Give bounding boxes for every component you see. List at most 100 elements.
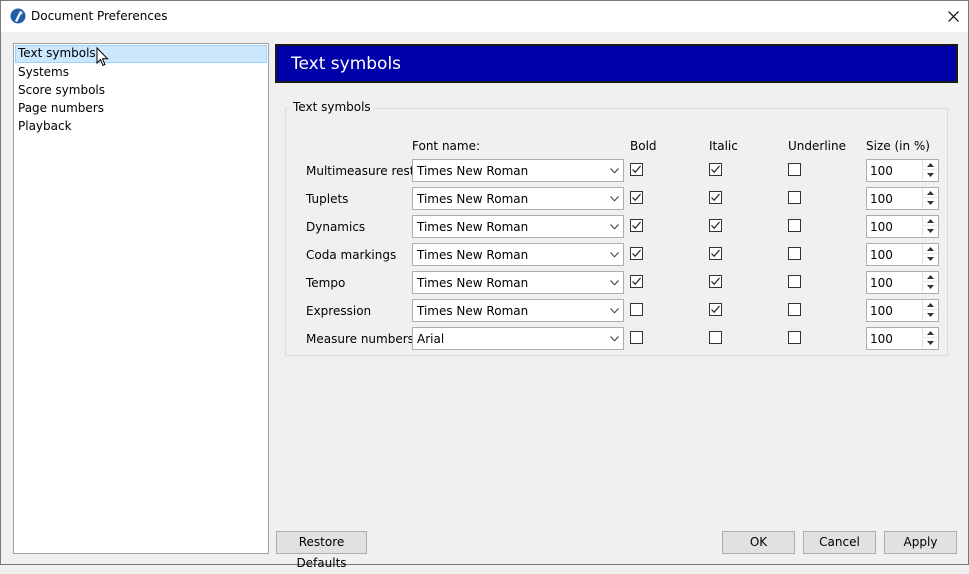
underline-checkbox[interactable] <box>788 331 801 344</box>
font-name-value: Times New Roman <box>417 220 529 234</box>
row-label: Measure numbers <box>306 332 414 346</box>
spin-up-button[interactable] <box>923 300 938 310</box>
underline-checkbox[interactable] <box>788 163 801 176</box>
arrow-up-icon <box>927 190 934 195</box>
bold-checkbox[interactable] <box>630 247 643 260</box>
chevron-down-icon <box>610 224 619 230</box>
mouse-cursor-icon <box>96 47 109 67</box>
italic-checkbox[interactable] <box>709 247 722 260</box>
group-title: Text symbols <box>290 100 374 114</box>
arrow-up-icon <box>927 274 934 279</box>
font-name-dropdown[interactable]: Times New Roman <box>412 215 624 238</box>
arrow-up-icon <box>927 218 934 223</box>
bold-checkbox[interactable] <box>630 219 643 232</box>
size-spinbox[interactable]: 100 <box>866 187 939 210</box>
row-label: Expression <box>306 304 372 318</box>
italic-checkbox[interactable] <box>709 331 722 344</box>
apply-button[interactable]: Apply <box>884 531 957 554</box>
nav-item-systems[interactable]: Systems <box>15 64 267 82</box>
italic-checkbox[interactable] <box>709 275 722 288</box>
spin-down-button[interactable] <box>923 198 938 208</box>
spin-down-button[interactable] <box>923 282 938 292</box>
font-name-value: Times New Roman <box>417 192 529 206</box>
arrow-up-icon <box>927 162 934 167</box>
chevron-down-icon <box>610 280 619 286</box>
size-value: 100 <box>870 164 893 178</box>
underline-checkbox[interactable] <box>788 247 801 260</box>
spin-up-button[interactable] <box>923 328 938 338</box>
spin-up-button[interactable] <box>923 216 938 226</box>
arrow-down-icon <box>927 257 934 261</box>
font-name-dropdown[interactable]: Times New Roman <box>412 159 624 182</box>
cancel-button[interactable]: Cancel <box>803 531 876 554</box>
row-label: Multimeasure rests <box>306 164 421 178</box>
spin-up-button[interactable] <box>923 244 938 254</box>
chevron-down-icon <box>610 308 619 314</box>
nav-item-page-numbers[interactable]: Page numbers <box>15 100 267 118</box>
italic-checkbox[interactable] <box>709 163 722 176</box>
size-value: 100 <box>870 304 893 318</box>
size-spinbox[interactable]: 100 <box>866 299 939 322</box>
bold-checkbox[interactable] <box>630 275 643 288</box>
nav-item-score-symbols[interactable]: Score symbols <box>15 82 267 100</box>
header-underline: Underline <box>788 139 846 153</box>
font-name-value: Times New Roman <box>417 164 529 178</box>
chevron-down-icon <box>610 168 619 174</box>
row-label: Tuplets <box>306 192 349 206</box>
underline-checkbox[interactable] <box>788 191 801 204</box>
font-name-dropdown[interactable]: Arial <box>412 327 624 350</box>
bold-checkbox[interactable] <box>630 163 643 176</box>
row-label: Dynamics <box>306 220 366 234</box>
arrow-down-icon <box>927 173 934 177</box>
bold-checkbox[interactable] <box>630 331 643 344</box>
ok-button[interactable]: OK <box>722 531 795 554</box>
arrow-down-icon <box>927 285 934 289</box>
spin-up-button[interactable] <box>923 272 938 282</box>
app-logo-icon <box>10 8 26 24</box>
size-spinbox[interactable]: 100 <box>866 271 939 294</box>
italic-checkbox[interactable] <box>709 191 722 204</box>
row-label: Tempo <box>306 276 346 290</box>
arrow-up-icon <box>927 302 934 307</box>
underline-checkbox[interactable] <box>788 275 801 288</box>
document-preferences-dialog: Document Preferences Text symbols System… <box>0 0 969 570</box>
size-spinbox[interactable]: 100 <box>866 215 939 238</box>
size-value: 100 <box>870 248 893 262</box>
spin-down-button[interactable] <box>923 254 938 264</box>
underline-checkbox[interactable] <box>788 219 801 232</box>
spin-down-button[interactable] <box>923 310 938 320</box>
chevron-down-icon <box>610 252 619 258</box>
arrow-down-icon <box>927 341 934 345</box>
spin-down-button[interactable] <box>923 338 938 348</box>
font-name-dropdown[interactable]: Times New Roman <box>412 271 624 294</box>
bold-checkbox[interactable] <box>630 191 643 204</box>
category-list[interactable]: Text symbols Systems Score symbols Page … <box>13 43 269 554</box>
size-value: 100 <box>870 220 893 234</box>
page-title: Text symbols <box>291 54 402 74</box>
page-banner: Text symbols <box>275 44 958 83</box>
italic-checkbox[interactable] <box>709 219 722 232</box>
spin-down-button[interactable] <box>923 226 938 236</box>
font-name-dropdown[interactable]: Times New Roman <box>412 187 624 210</box>
spin-down-button[interactable] <box>923 170 938 180</box>
size-spinbox[interactable]: 100 <box>866 327 939 350</box>
size-value: 100 <box>870 276 893 290</box>
size-spinbox[interactable]: 100 <box>866 159 939 182</box>
spin-up-button[interactable] <box>923 188 938 198</box>
arrow-down-icon <box>927 313 934 317</box>
size-spinbox[interactable]: 100 <box>866 243 939 266</box>
font-name-dropdown[interactable]: Times New Roman <box>412 299 624 322</box>
header-bold: Bold <box>630 139 657 153</box>
chevron-down-icon <box>610 196 619 202</box>
close-button[interactable] <box>938 1 968 32</box>
header-font-name: Font name: <box>412 139 481 153</box>
underline-checkbox[interactable] <box>788 303 801 316</box>
arrow-down-icon <box>927 229 934 233</box>
spin-up-button[interactable] <box>923 160 938 170</box>
restore-defaults-button[interactable]: Restore Defaults <box>276 531 367 570</box>
nav-item-text-symbols[interactable]: Text symbols <box>15 45 267 63</box>
font-name-dropdown[interactable]: Times New Roman <box>412 243 624 266</box>
nav-item-playback[interactable]: Playback <box>15 118 267 136</box>
bold-checkbox[interactable] <box>630 303 643 316</box>
italic-checkbox[interactable] <box>709 303 722 316</box>
